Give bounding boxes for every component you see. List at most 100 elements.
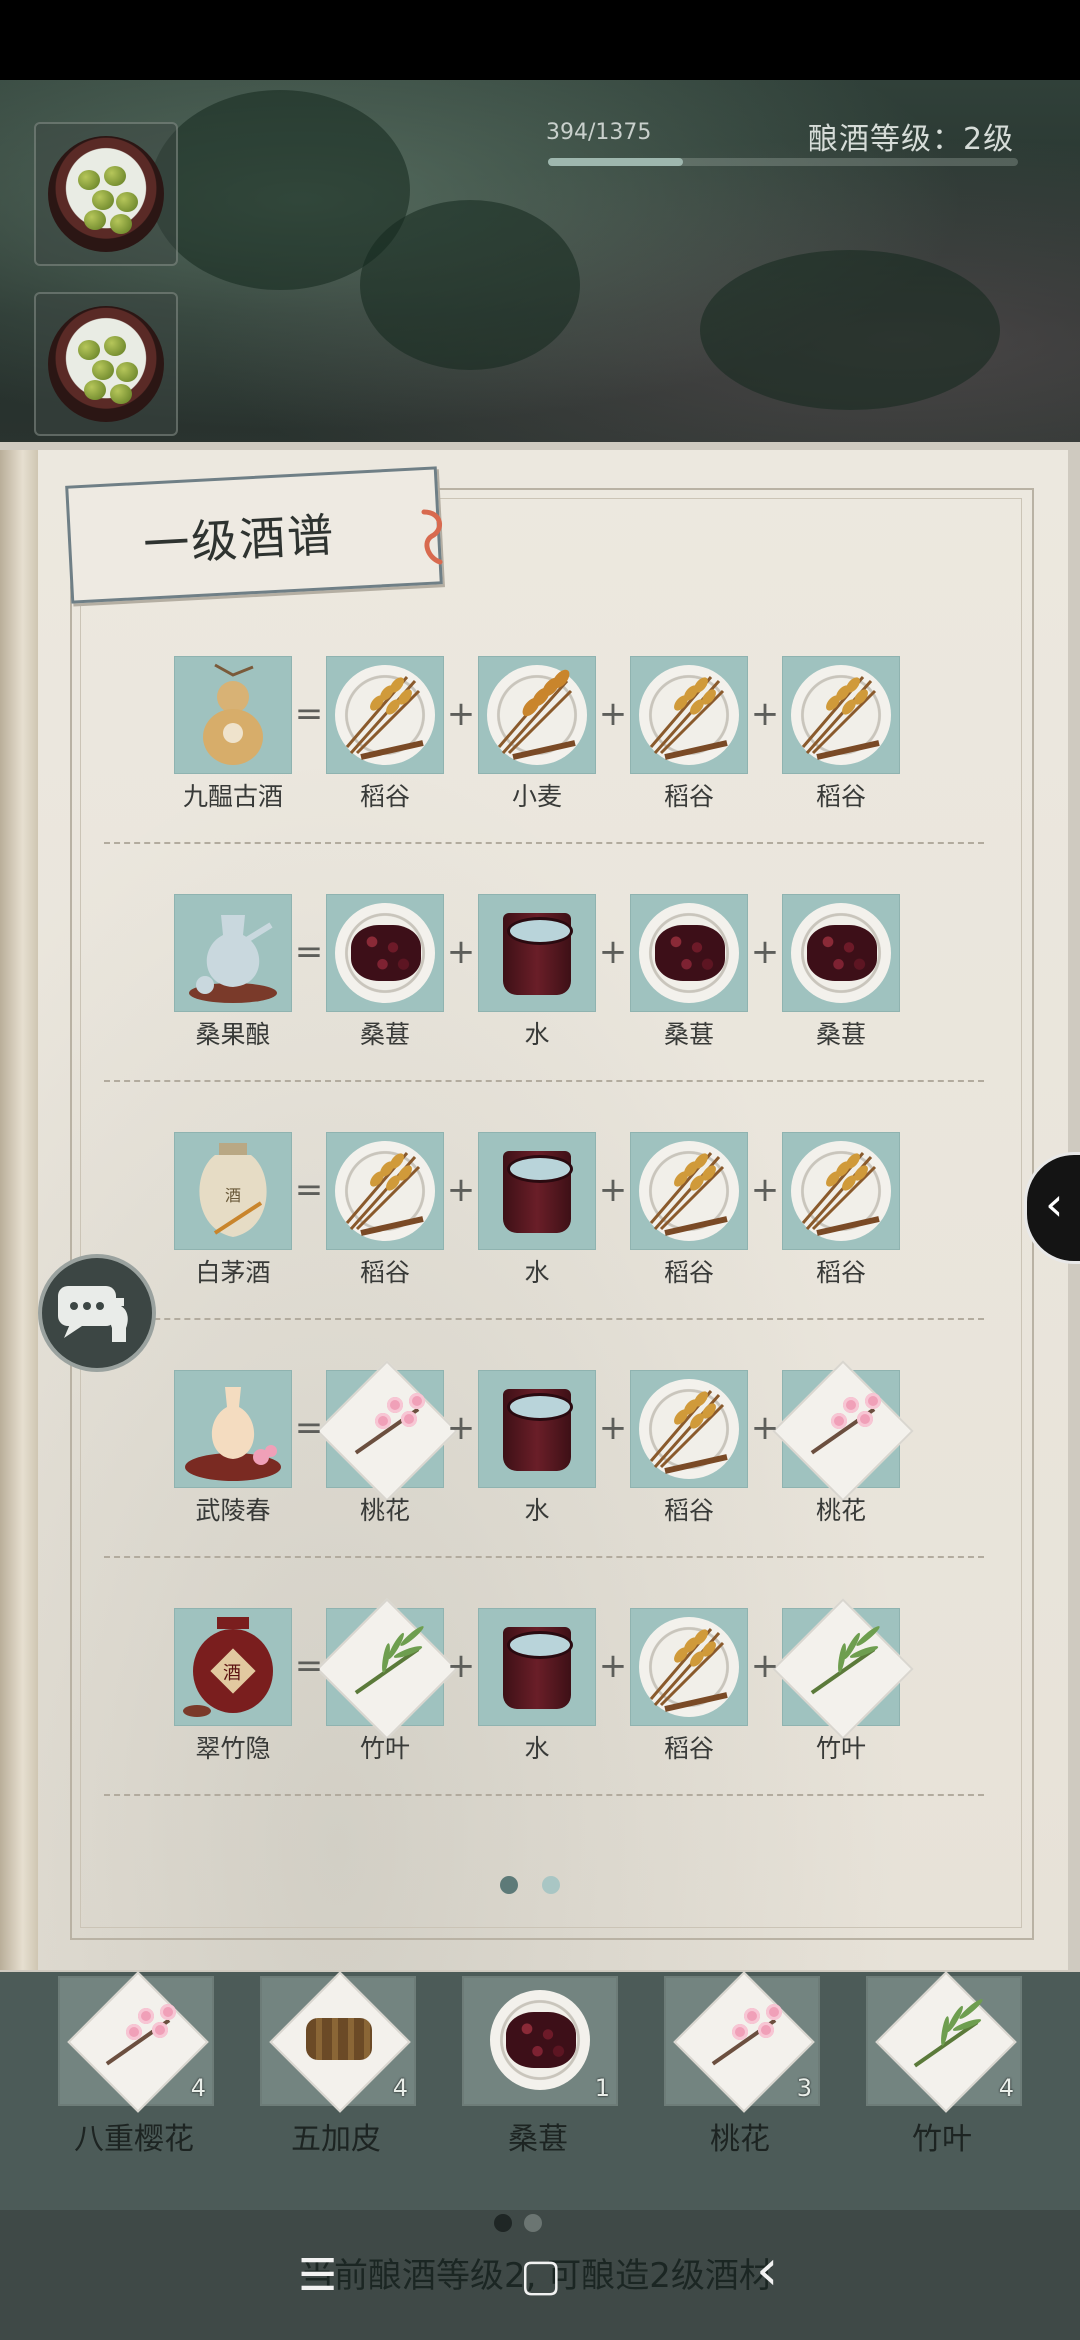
- rice-icon: [631, 1371, 747, 1487]
- recipe-result-label: 九醖古酒: [182, 782, 283, 811]
- ingredient-cell[interactable]: 桃花: [316, 1360, 458, 1525]
- side-inventory-slot-1[interactable]: [34, 122, 178, 266]
- ingredient-cell[interactable]: 稻谷: [782, 656, 900, 811]
- ingredient-cell[interactable]: 稻谷: [630, 656, 748, 811]
- ingredient-cell[interactable]: 桑葚: [630, 894, 748, 1049]
- inventory-label: 桃花: [710, 2122, 770, 2157]
- recipe-result-label: 武陵春: [195, 1496, 271, 1525]
- inventory-count: 1: [594, 2074, 610, 2102]
- plus-sign: +: [446, 1170, 476, 1210]
- chat-button[interactable]: [38, 1254, 156, 1372]
- rice-icon: [631, 1133, 747, 1249]
- ingredient-label: 桑葚: [815, 1020, 866, 1049]
- ingredient-cell[interactable]: 竹叶: [772, 1598, 914, 1763]
- ingredient-cell[interactable]: 小麦: [478, 656, 596, 811]
- ingredient-cell[interactable]: 水: [478, 894, 596, 1049]
- ingredient-label: 稻谷: [663, 1258, 714, 1287]
- rice-icon: [631, 657, 747, 773]
- svg-text:酒: 酒: [223, 1663, 241, 1684]
- plus-sign: +: [446, 932, 476, 972]
- side-inventory-slot-2[interactable]: [34, 292, 178, 436]
- bark-icon: [269, 1971, 411, 2113]
- ingredient-cell[interactable]: 稻谷: [782, 1132, 900, 1287]
- status-bar: [0, 0, 1080, 80]
- ingredient-cell[interactable]: 桃花: [772, 1360, 914, 1525]
- plus-sign: +: [750, 1408, 780, 1448]
- ingredient-cell[interactable]: 水: [478, 1132, 596, 1287]
- recipe-book-title-card: 一级酒谱: [65, 466, 443, 604]
- rice-icon: [783, 1133, 899, 1249]
- equals-sign: =: [294, 1646, 324, 1686]
- ingredient-cell[interactable]: 稻谷: [326, 1132, 444, 1287]
- plus-sign: +: [750, 694, 780, 734]
- ingredient-cell[interactable]: 水: [478, 1370, 596, 1525]
- inventory-slot[interactable]: 4: [58, 1971, 214, 2113]
- equals-sign: =: [294, 694, 324, 734]
- inventory-page-dot-2[interactable]: [524, 2214, 542, 2232]
- wheat-icon: [479, 657, 595, 773]
- plus-sign: +: [598, 932, 628, 972]
- inventory-label: 竹叶: [912, 2122, 972, 2157]
- page-dot-1[interactable]: [500, 1876, 518, 1894]
- bamboo-leaf-icon: [875, 1971, 1017, 2113]
- recipe-divider: [104, 1080, 984, 1082]
- ingredient-cell[interactable]: 竹叶: [316, 1598, 458, 1763]
- water-bucket-icon: [479, 1609, 595, 1725]
- peach-blossom-icon: [772, 1360, 914, 1502]
- chevron-left-icon: ‹: [1045, 1177, 1064, 1231]
- ingredient-label: 水: [524, 1258, 550, 1287]
- ingredient-cell[interactable]: 稻谷: [630, 1608, 748, 1763]
- ribbon-icon: [421, 509, 443, 565]
- rice-icon: [783, 657, 899, 773]
- inventory-slot[interactable]: 1: [462, 1976, 618, 2106]
- inventory-count: 3: [796, 2074, 812, 2102]
- recipe-result-cell[interactable]: 九醖古酒: [174, 656, 292, 811]
- inventory-count: 4: [998, 2074, 1014, 2102]
- ingredient-label: 水: [524, 1496, 550, 1525]
- inventory-page-dot-1[interactable]: [494, 2214, 512, 2232]
- inventory-slot[interactable]: 4: [866, 1971, 1022, 2113]
- recipe-result-label: 桑果酿: [195, 1020, 271, 1049]
- recipe-row: 酒白茅酒 稻谷水稻谷 稻谷 = + + +: [0, 1132, 1080, 1312]
- bamboo-leaf-icon: [772, 1598, 914, 1740]
- ingredient-cell[interactable]: 稻谷: [630, 1132, 748, 1287]
- ingredient-label: 竹叶: [815, 1734, 866, 1763]
- recipe-result-cell[interactable]: 桑果酿: [174, 894, 292, 1049]
- ingredient-label: 桃花: [815, 1496, 866, 1525]
- ingredient-cell[interactable]: 稻谷: [326, 656, 444, 811]
- inventory-slot[interactable]: 4: [260, 1971, 416, 2113]
- mulberry-icon: [482, 1982, 598, 2098]
- back-nav-button[interactable]: ‹: [756, 2238, 778, 2303]
- mulberry-icon: [327, 895, 443, 1011]
- recipe-divider: [104, 1794, 984, 1796]
- recipe-result-cell[interactable]: 酒白茅酒: [174, 1132, 292, 1287]
- recipe-divider: [104, 1318, 984, 1320]
- ingredient-label: 稻谷: [359, 782, 410, 811]
- olive-dish-icon: [48, 136, 164, 252]
- recipe-result-cell[interactable]: 武陵春: [174, 1370, 292, 1525]
- page-dot-2[interactable]: [542, 1876, 560, 1894]
- recipe-row: 武陵春 桃花 水 稻谷 桃花 = + + +: [0, 1360, 1080, 1550]
- inventory-label: 五加皮: [291, 2122, 381, 2157]
- menu-nav-button[interactable]: ☰: [298, 2250, 337, 2301]
- recipe-row: 九醖古酒 稻谷 小麦 稻谷 稻谷 = + + +: [0, 656, 1080, 836]
- xp-progress-fill: [548, 158, 683, 166]
- ingredient-cell[interactable]: 稻谷: [630, 1370, 748, 1525]
- xp-progress-bar: [548, 158, 1018, 166]
- ingredient-cell[interactable]: 水: [478, 1608, 596, 1763]
- peach-blossom-icon: [316, 1360, 458, 1502]
- recipe-row: 桑果酿 桑葚 水 桑葚 桑葚 = + + +: [0, 894, 1080, 1074]
- ingredient-cell[interactable]: 桑葚: [326, 894, 444, 1049]
- equals-sign: =: [294, 932, 324, 972]
- ingredient-cell[interactable]: 桑葚: [782, 894, 900, 1049]
- ingredient-label: 小麦: [511, 782, 562, 811]
- equals-sign: =: [294, 1408, 324, 1448]
- recipe-result-label: 白茅酒: [195, 1258, 271, 1287]
- inventory-label: 桑葚: [508, 2122, 568, 2157]
- home-nav-button[interactable]: ▢: [520, 2250, 562, 2301]
- inventory-slot[interactable]: 3: [664, 1971, 820, 2113]
- ingredient-label: 水: [524, 1020, 550, 1049]
- ingredient-label: 水: [524, 1734, 550, 1763]
- recipe-result-cell[interactable]: 酒翠竹隐: [174, 1608, 292, 1763]
- recipe-divider: [104, 842, 984, 844]
